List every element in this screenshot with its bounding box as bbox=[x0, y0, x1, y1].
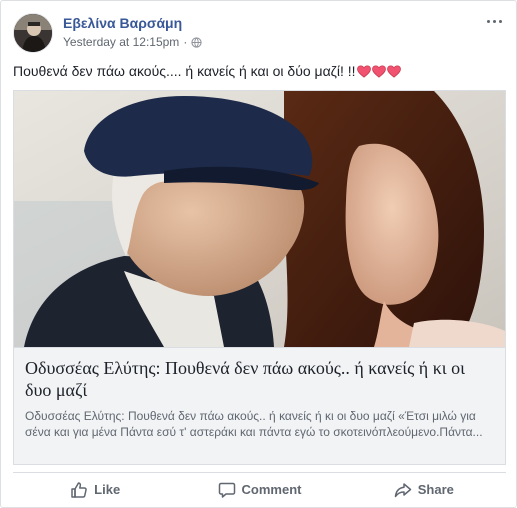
share-button[interactable]: Share bbox=[342, 473, 506, 503]
meta-separator: · bbox=[183, 35, 188, 49]
author-name[interactable]: Εβελίνα Βαρσάμη bbox=[63, 15, 182, 31]
link-preview-description: Οδυσσέας Ελύτης: Πουθενά δεν πάω ακούς..… bbox=[25, 409, 483, 439]
link-preview-body[interactable]: Οδυσσέας Ελύτης: Πουθενά δεν πάω ακούς..… bbox=[14, 347, 505, 464]
heart-icon bbox=[371, 65, 386, 78]
feed-post: Εβελίνα Βαρσάμη Yesterday at 12:15pm · Π… bbox=[0, 0, 517, 508]
link-preview-title[interactable]: Οδυσσέας Ελύτης: Πουθενά δεν πάω ακούς..… bbox=[25, 357, 494, 401]
comment-icon bbox=[218, 482, 235, 498]
comment-button[interactable]: Comment bbox=[177, 473, 341, 503]
heart-icon bbox=[386, 65, 401, 78]
globe-icon[interactable] bbox=[191, 36, 202, 48]
heart-icon bbox=[356, 65, 371, 78]
author-avatar[interactable] bbox=[13, 13, 53, 53]
like-label: Like bbox=[94, 482, 121, 497]
share-arrow-icon bbox=[394, 482, 411, 497]
post-timestamp[interactable]: Yesterday at 12:15pm bbox=[63, 35, 179, 49]
post-text: Πουθενά δεν πάω ακούς.... ή κανείς ή και… bbox=[13, 63, 356, 79]
link-preview-card[interactable]: Οδυσσέας Ελύτης: Πουθενά δεν πάω ακούς..… bbox=[13, 90, 506, 465]
more-options-icon[interactable] bbox=[484, 13, 504, 29]
post-text-block: Πουθενά δεν πάω ακούς.... ή κανείς ή και… bbox=[13, 62, 508, 81]
thumbs-up-icon bbox=[71, 481, 87, 498]
comment-label: Comment bbox=[241, 482, 302, 497]
link-preview-image[interactable] bbox=[14, 91, 505, 347]
share-label: Share bbox=[417, 482, 454, 497]
post-header: Εβελίνα Βαρσάμη Yesterday at 12:15pm · bbox=[13, 13, 508, 53]
post-meta: Yesterday at 12:15pm · bbox=[63, 35, 202, 49]
post-actions-bar: Like Comment Share bbox=[13, 472, 506, 502]
like-button[interactable]: Like bbox=[13, 473, 177, 503]
